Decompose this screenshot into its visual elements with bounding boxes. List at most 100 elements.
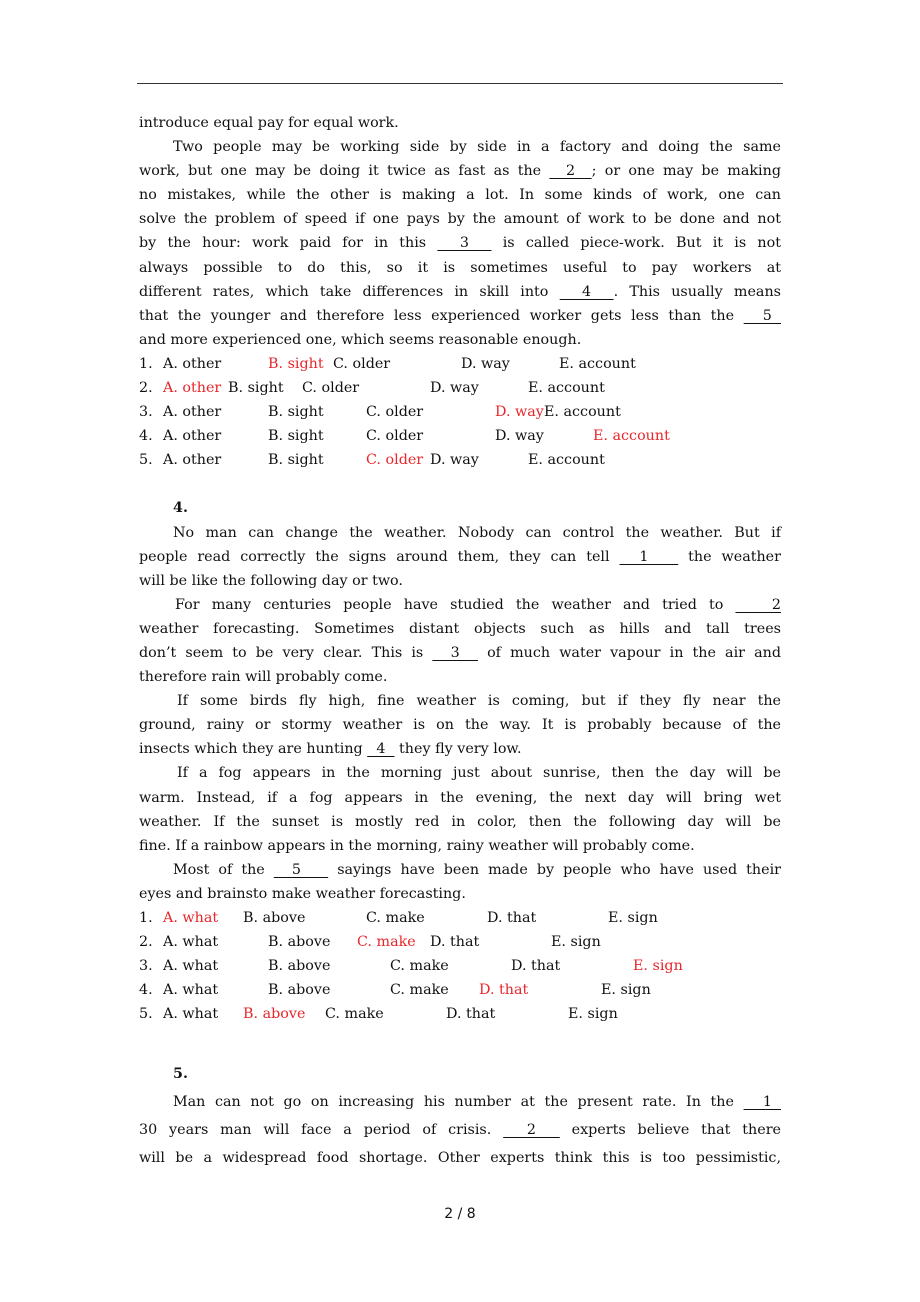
option-choice[interactable]: B. sight [228, 376, 284, 400]
option-choice[interactable]: D. way [461, 352, 510, 376]
option-choice[interactable]: E. sign [568, 1002, 618, 1026]
option-choice[interactable]: B. sight [268, 448, 324, 472]
blank-1[interactable]: 1 [619, 549, 678, 565]
option-choice[interactable]: E. account [559, 352, 636, 376]
text: they fly very low. [394, 741, 522, 758]
option-choice[interactable]: D. that [446, 1002, 495, 1026]
option-choice-answer[interactable]: A. other [163, 376, 221, 400]
option-choice[interactable]: D. way [495, 424, 544, 448]
option-choice[interactable]: C. older [302, 376, 359, 400]
paragraph-line: warm. Instead, if a fog appears in the e… [139, 789, 781, 806]
text: work, but one may be doing it twice as f… [139, 163, 550, 180]
option-choice[interactable]: C. make [390, 978, 449, 1002]
question-number: 5. [139, 1006, 153, 1023]
option-choice-answer[interactable]: C. older [366, 448, 423, 472]
paragraph-line: insects which they are hunting 4 they fl… [139, 737, 781, 761]
option-choice[interactable]: C. older [366, 400, 423, 424]
option-choice[interactable]: A. what [163, 954, 218, 978]
paragraph-line: fine. If a rainbow appears in the mornin… [139, 837, 695, 854]
option-row: 2. A. other B. sight C. older D. way E. accou… [139, 376, 781, 400]
option-choice[interactable]: E. account [544, 400, 621, 424]
option-choice-answer[interactable]: B. above [243, 1002, 305, 1026]
option-choice[interactable]: C. older [366, 424, 423, 448]
option-choice[interactable]: D. way [430, 448, 479, 472]
blank-2[interactable]: 2 [503, 1122, 560, 1138]
option-choice-answer[interactable]: E. sign [633, 954, 683, 978]
option-choice[interactable]: A. other [163, 400, 221, 424]
paragraph-line: introduce equal pay for equal work. [139, 115, 399, 131]
option-row: 1. A. what B. above C. make D. that E. sign [139, 906, 781, 930]
option-choice[interactable]: C. make [390, 954, 449, 978]
options-list-section4: 1. A. what B. above C. make D. that E. sign 2.… [139, 906, 781, 1026]
option-choice[interactable]: B. above [268, 954, 330, 978]
text: don’t seem to be very clear. This is [139, 644, 433, 661]
paragraph-line: always possible to do this, so it is som… [139, 259, 781, 276]
blank-2[interactable]: 2 [549, 163, 591, 179]
paragraph-line: no mistakes, while the other is making a… [139, 187, 781, 204]
blank-4[interactable]: 4 [560, 284, 614, 300]
option-choice[interactable]: C. make [366, 906, 425, 930]
blank-5[interactable]: 5 [744, 308, 781, 324]
paragraph-line: different rates, which take differences … [139, 280, 781, 304]
paragraph-line: weather forecasting. Sometimes distant o… [139, 620, 781, 637]
blank-3[interactable]: 3 [432, 645, 478, 661]
option-choice[interactable]: E. account [528, 448, 605, 472]
text: is called piece-work. But it is not [491, 235, 781, 252]
option-choice[interactable]: A. what [163, 1002, 218, 1026]
question-number: 4. [139, 982, 153, 999]
question-number: 5. [139, 452, 153, 469]
option-choice[interactable]: A. what [163, 930, 218, 954]
text: that the younger and therefore less expe… [139, 307, 744, 324]
option-choice[interactable]: A. other [163, 424, 221, 448]
blank-1[interactable]: 1 [744, 1094, 781, 1110]
option-choice[interactable]: A. what [163, 978, 218, 1002]
option-choice-answer[interactable]: D. way [495, 400, 544, 424]
blank-4[interactable]: 4 [367, 741, 394, 757]
text: the weather [678, 548, 781, 565]
option-choice-answer[interactable]: A. what [163, 906, 218, 930]
option-choice[interactable]: B. sight [268, 400, 324, 424]
option-choice[interactable]: D. that [487, 906, 536, 930]
option-choice[interactable]: A. other [163, 352, 221, 376]
text: people read correctly the signs around t… [139, 548, 620, 565]
option-row: 4. A. what B. above C. make D. that E. sign [139, 978, 781, 1002]
option-choice[interactable]: A. other [163, 448, 221, 472]
text: insects which they are hunting [139, 741, 368, 758]
option-choice[interactable]: E. account [528, 376, 605, 400]
question-number: 4. [139, 428, 153, 445]
option-choice[interactable]: E. sign [608, 906, 658, 930]
text: sayings have been made by people who hav… [328, 861, 781, 878]
text: different rates, which take differences … [139, 283, 560, 300]
option-choice-answer[interactable]: C. make [357, 930, 416, 954]
paragraph-line: people read correctly the signs around t… [139, 545, 781, 569]
paragraph-line: Man can not go on increasing his number … [139, 1088, 781, 1116]
blank-2[interactable]: 2 [735, 597, 781, 613]
blank-3[interactable]: 3 [437, 235, 491, 251]
option-choice[interactable]: C. older [333, 352, 390, 376]
option-choice[interactable]: D. that [430, 930, 479, 954]
option-choice-answer[interactable]: B. sight [268, 352, 324, 376]
option-choice-answer[interactable]: E. account [593, 424, 670, 448]
question-number: 2. [139, 934, 153, 951]
paragraph-line: and more experienced one, which seems re… [139, 331, 582, 348]
text: . This usually means [613, 283, 781, 300]
option-choice[interactable]: B. above [243, 906, 305, 930]
option-choice-answer[interactable]: D. that [479, 978, 528, 1002]
option-choice[interactable]: E. sign [551, 930, 601, 954]
option-choice[interactable]: C. make [325, 1002, 384, 1026]
paragraph-line: will be like the following day or two. [139, 572, 403, 589]
option-choice[interactable]: E. sign [601, 978, 651, 1002]
option-choice[interactable]: B. above [268, 978, 330, 1002]
paragraph-line: therefore rain will probably come. [139, 669, 388, 686]
option-choice[interactable]: B. sight [268, 424, 324, 448]
option-choice[interactable]: D. way [430, 376, 479, 400]
question-number: 1. [139, 910, 153, 926]
paragraph-line: For many centuries people have studied t… [139, 593, 781, 617]
option-row: 4. A. other B. sight C. older D. way E. accou… [139, 424, 781, 448]
blank-5[interactable]: 5 [274, 862, 328, 878]
option-choice[interactable]: B. above [268, 930, 330, 954]
text: of much water vapour in the air and [477, 644, 781, 661]
text: experts believe that there [559, 1122, 781, 1139]
option-choice[interactable]: D. that [511, 954, 560, 978]
